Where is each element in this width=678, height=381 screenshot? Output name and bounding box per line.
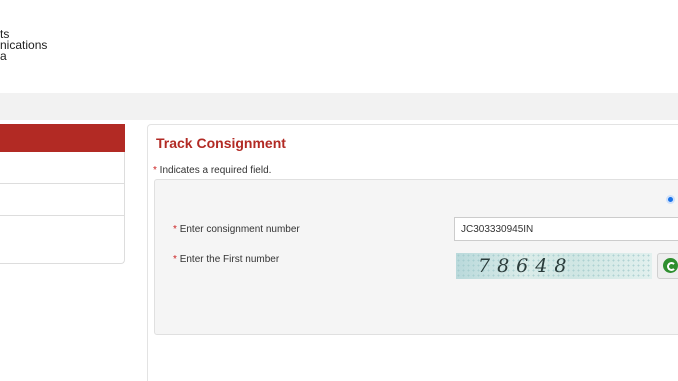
panel-title: Track Consignment [156,135,286,151]
navigation-bar [0,93,678,120]
consignment-number-input[interactable] [454,217,678,241]
first-number-label-text: Enter the First number [179,254,280,265]
sidebar-item[interactable] [0,184,125,216]
header-line-2: nications [0,38,48,52]
required-note-text: Indicates a required field. [156,165,272,176]
sidebar-item[interactable] [0,216,125,264]
required-star: * [173,254,177,265]
captcha-image: 78648 [456,253,652,279]
radio-selected-icon[interactable] [666,195,675,204]
consignment-label-text: Enter consignment number [179,224,300,235]
sidebar-item-active[interactable] [0,124,125,152]
header-line-3: a [0,49,7,63]
captcha-text: 78648 [478,255,574,277]
sidebar-menu [0,124,125,264]
consignment-number-label: * Enter consignment number [173,224,300,235]
refresh-icon [663,258,678,273]
site-header-title: ts nications a [0,28,48,63]
first-number-label: * Enter the First number [173,254,279,265]
required-star: * [173,224,177,235]
required-field-note: * Indicates a required field. [153,165,271,176]
sidebar-item[interactable] [0,152,125,184]
captcha-refresh-button[interactable] [657,253,678,279]
